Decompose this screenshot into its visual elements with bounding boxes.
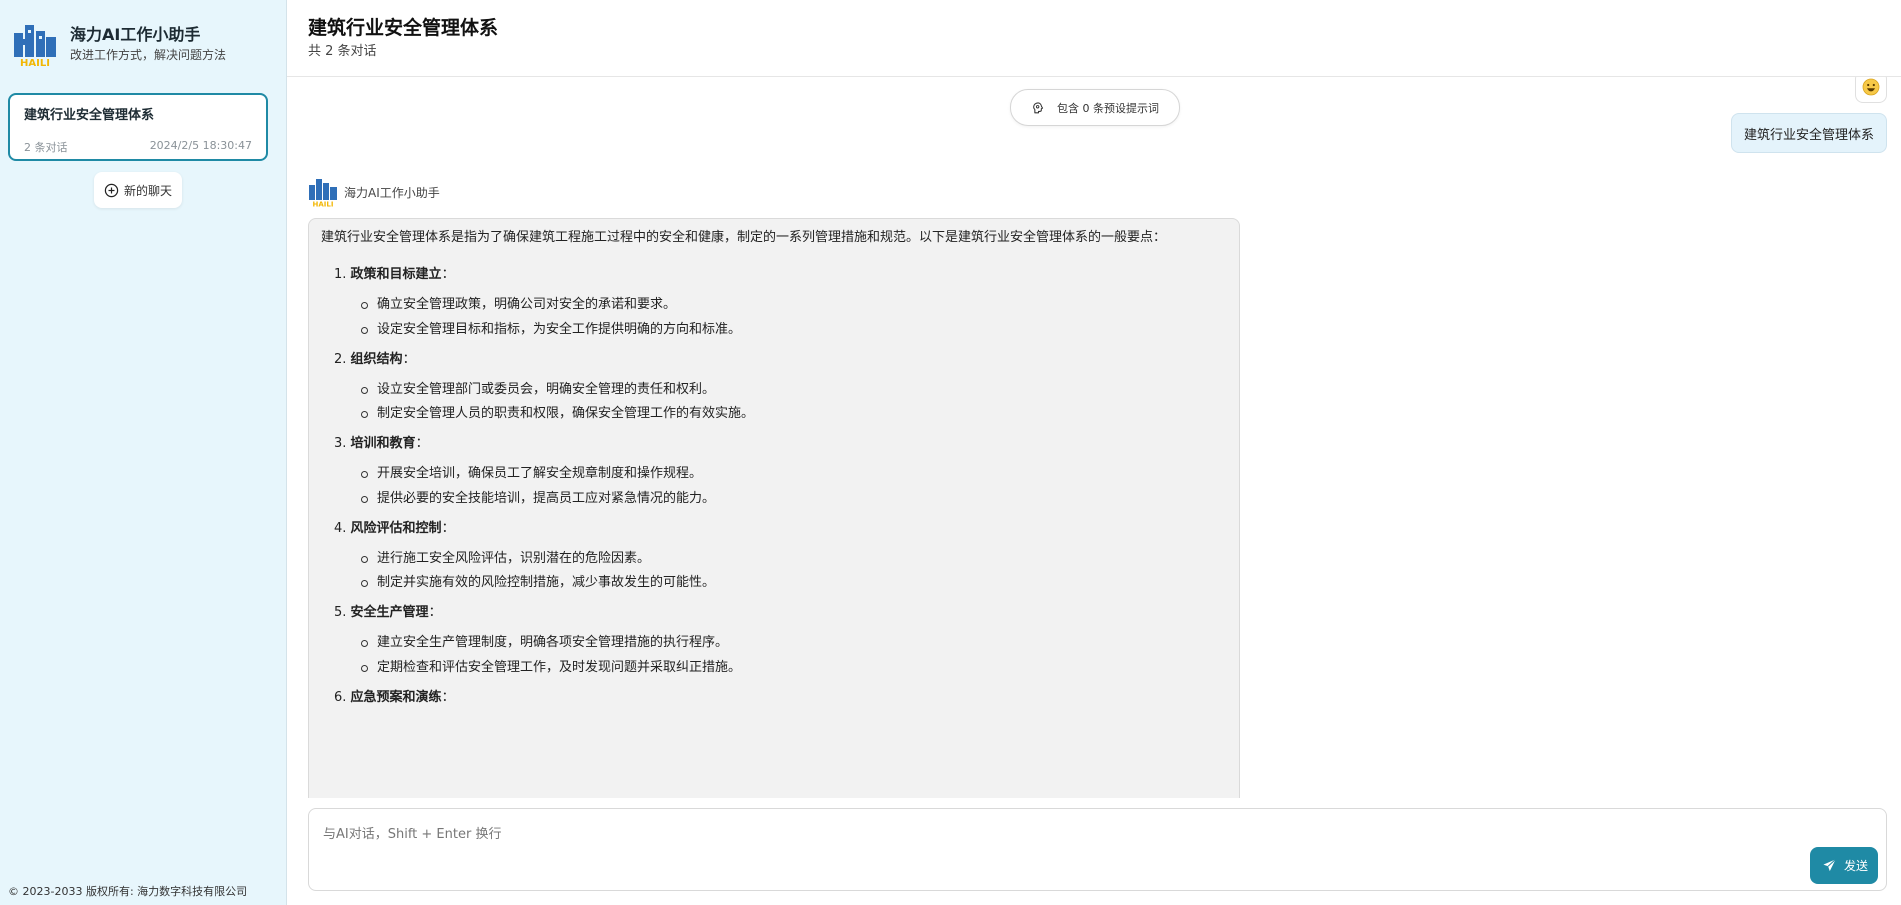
chat-input[interactable] [309,809,1886,890]
ai-point-number: 5. [334,605,347,620]
logo-text: HAILI [20,58,50,67]
ai-sub-item: 设立安全管理部门或委员会，明确安全管理的责任和权利。 [361,381,1227,399]
haili-building-logo: HAILI [14,25,56,67]
brand: HAILI 海力AI工作小助手 改进工作方式，解决问题方法 [0,0,286,68]
ai-point: 1. 政策和目标建立： 确立安全管理政策，明确公司对安全的承诺和要求。 设定安全管理… [334,266,1227,339]
ai-sub-item: 提供必要的安全技能培训，提高员工应对紧急情况的能力。 [361,490,1227,508]
ai-point-colon: ： [415,436,429,451]
session-item[interactable]: 建筑行业安全管理体系 2 条对话 2024/2/5 18:30:47 [8,93,268,161]
ai-point-colon: ： [402,351,416,367]
new-chat-button[interactable]: 新的聊天 [94,172,183,208]
ai-point: 3. 培训和教育： 开展安全培训，确保员工了解安全规章制度和操作规程。 提供必要的安… [334,435,1227,508]
brain-icon [1033,101,1044,113]
ai-name: 海力AI工作小助手 [344,185,440,200]
copyright-footer: © 2023-2033 版权所有: 海力数字科技有限公司 [8,885,248,898]
preset-prompts-pill[interactable]: 包含 0 条预设提示词 [1010,89,1180,126]
send-button[interactable]: 发送 [1809,847,1878,884]
ai-sub-list: 设立安全管理部门或委员会，明确安全管理的责任和权利。 制定安全管理人员的职责和权限… [361,381,1227,424]
paper-plane-icon [1823,859,1836,872]
chat-input-box: 发送 [308,808,1887,891]
ai-sub-list: 开展安全培训，确保员工了解安全规章制度和操作规程。 提供必要的安全技能培训，提高员… [361,465,1227,508]
ai-point-title: 4. 风险评估和控制： [334,520,1227,538]
ai-sub-item: 建立安全生产管理制度，明确各项安全管理措施的执行程序。 [361,634,1227,652]
ai-point-title: 5. 安全生产管理： [334,604,1227,622]
ai-sub-item: 制定安全管理人员的职责和权限，确保安全管理工作的有效实施。 [361,405,1227,423]
ai-point-colon: ： [441,689,455,705]
ai-point-heading: 风险评估和控制 [350,520,442,536]
ai-point-number: 1. [334,267,347,282]
chat-main: 建筑行业安全管理体系 共 2 条对话 包含 0 条预设提示词 建筑行业安全管理体… [287,0,1901,905]
ai-point: 5. 安全生产管理： 建立安全生产管理制度，明确各项安全管理措施的执行程序。 定期检… [334,604,1227,677]
session-time: 2024/2/5 18:30:47 [149,139,252,152]
ai-message-header: HAILI 海力AI工作小助手 [308,177,440,207]
ai-point-number: 2. [334,351,347,367]
ai-avatar-icon: HAILI [309,179,337,208]
plus-circle-icon [104,183,119,197]
ai-point-title: 2. 组织结构： [334,351,1227,369]
send-label: 发送 [1843,859,1868,873]
ai-point: 4. 风险评估和控制： 进行施工安全风险评估，识别潜在的危险因素。 制定并实施有效的… [334,520,1227,593]
ai-point-list: 1. 政策和目标建立： 确立安全管理政策，明确公司对安全的承诺和要求。 设定安全管理… [321,266,1227,707]
ai-sub-item: 进行施工安全风险评估，识别潜在的危险因素。 [361,550,1227,568]
session-title: 建筑行业安全管理体系 [24,108,155,123]
ai-point-colon: ： [428,605,442,620]
preset-prompts-label: 包含 0 条预设提示词 [1057,101,1159,115]
ai-message: 建筑行业安全管理体系是指为了确保建筑工程施工过程中的安全和健康，制定的一系列管理… [308,218,1240,798]
ai-point: 6. 应急预案和演练： [334,689,1227,707]
conversation-count: 共 2 条对话 [308,44,377,59]
ai-sub-list: 进行施工安全风险评估，识别潜在的危险因素。 制定并实施有效的风险控制措施，减少事故… [361,550,1227,593]
chat-header: 建筑行业安全管理体系 共 2 条对话 [287,0,1901,77]
ai-point-title: 6. 应急预案和演练： [334,689,1227,707]
ai-sub-item: 制定并实施有效的风险控制措施，减少事故发生的可能性。 [361,574,1227,592]
ai-point-title: 3. 培训和教育： [334,435,1227,453]
app-title: 海力AI工作小助手 [70,25,201,44]
ai-sub-item: 设定安全管理目标和指标，为安全工作提供明确的方向和标准。 [361,321,1227,339]
ai-point-heading: 培训和教育 [350,436,416,451]
new-chat-label: 新的聊天 [124,183,173,198]
ai-intro-text: 建筑行业安全管理体系是指为了确保建筑工程施工过程中的安全和健康，制定的一系列管理… [321,230,1167,245]
app-subtitle: 改进工作方式，解决问题方法 [70,48,227,62]
ai-sub-item: 确立安全管理政策，明确公司对安全的承诺和要求。 [361,296,1227,314]
user-avatar [1855,77,1887,103]
session-count: 2 条对话 [24,141,68,154]
ai-point-heading: 安全生产管理 [350,605,429,620]
smiley-emoji-icon [1862,78,1880,96]
ai-point: 2. 组织结构： 设立安全管理部门或委员会，明确安全管理的责任和权利。 制定安全管理… [334,351,1227,424]
ai-sub-list: 建立安全生产管理制度，明确各项安全管理措施的执行程序。 定期检查和评估安全管理工作… [361,634,1227,677]
ai-point-title: 1. 政策和目标建立： [334,266,1227,284]
message-list[interactable]: 包含 0 条预设提示词 建筑行业安全管理体系 HAILI 海力AI工作小助手 建… [287,77,1901,798]
ai-point-colon: ： [441,267,455,282]
ai-point-number: 4. [334,520,347,536]
user-message: 建筑行业安全管理体系 [1730,113,1887,153]
ai-point-heading: 组织结构 [350,351,403,367]
ai-point-heading: 政策和目标建立 [350,267,442,282]
ai-sub-item: 定期检查和评估安全管理工作，及时发现问题并采取纠正措施。 [361,659,1227,677]
ai-point-colon: ： [441,520,455,536]
sidebar: HAILI 海力AI工作小助手 改进工作方式，解决问题方法 建筑行业安全管理体系… [0,0,287,905]
ai-sub-item: 开展安全培训，确保员工了解安全规章制度和操作规程。 [361,465,1227,483]
ai-sub-list: 确立安全管理政策，明确公司对安全的承诺和要求。 设定安全管理目标和指标，为安全工作… [361,296,1227,339]
ai-point-heading: 应急预案和演练 [350,689,442,705]
page-title: 建筑行业安全管理体系 [308,17,499,39]
ai-point-number: 3. [334,436,347,451]
ai-point-number: 6. [334,689,347,705]
ai-avatar-logo-text: HAILI [313,201,334,208]
